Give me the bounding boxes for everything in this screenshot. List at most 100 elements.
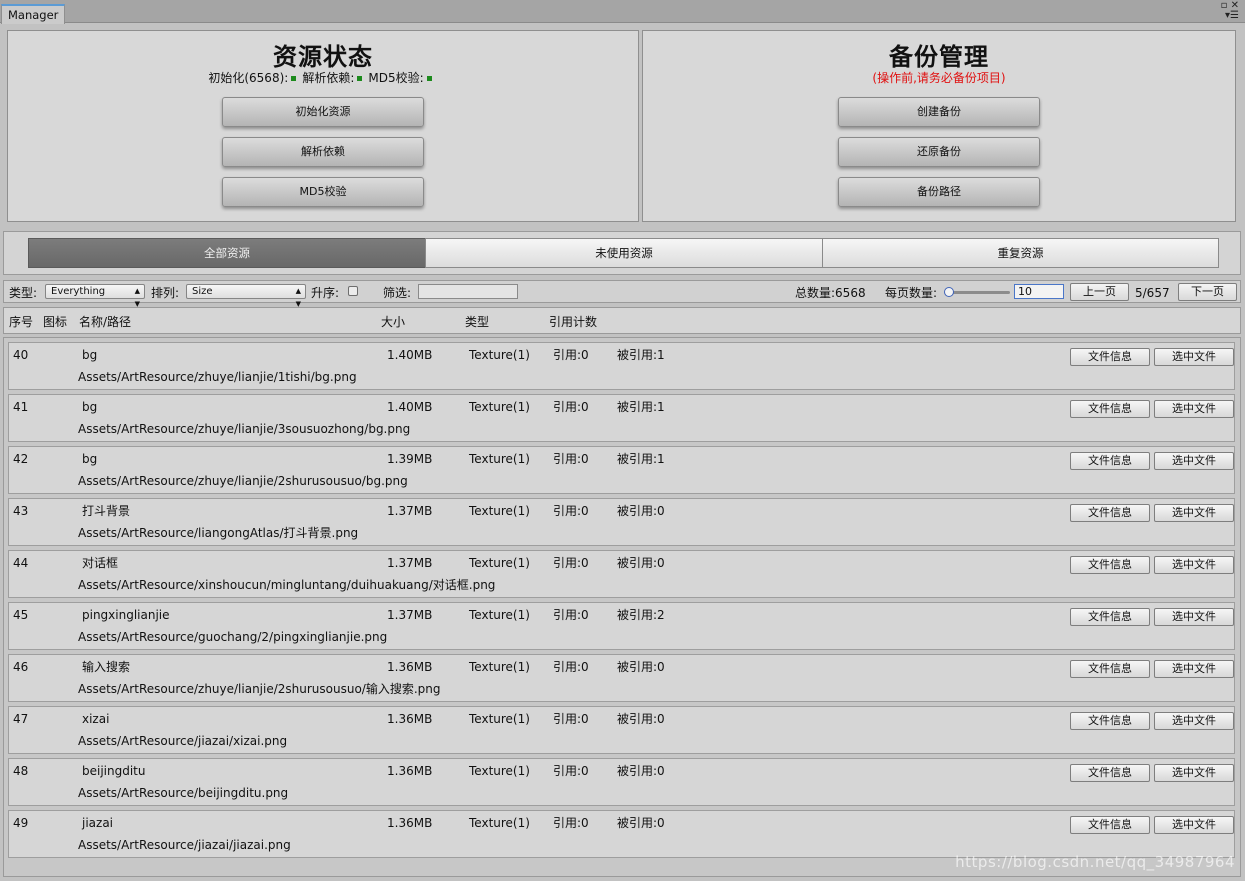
- tab-all-resources[interactable]: 全部资源: [28, 238, 426, 268]
- table-row[interactable]: 46 输入搜索 1.36MB Texture(1) 引用:0 被引用:0 Assets/Ar…: [8, 654, 1235, 702]
- select-file-button[interactable]: 选中文件: [1154, 400, 1234, 418]
- column-header-icon[interactable]: 图标: [43, 313, 67, 330]
- resolve-dependencies-button[interactable]: 解析依赖: [222, 137, 424, 167]
- row-size: 1.40MB: [387, 400, 433, 414]
- resource-list: 40 bg 1.40MB Texture(1) 引用:0 被引用:1 Assets/ArtR…: [3, 337, 1241, 877]
- create-backup-button[interactable]: 创建备份: [838, 97, 1040, 127]
- file-info-button[interactable]: 文件信息: [1070, 608, 1150, 626]
- column-header-ref-count[interactable]: 引用计数: [549, 313, 597, 330]
- row-references: 引用:0: [553, 400, 589, 414]
- table-row[interactable]: 43 打斗背景 1.37MB Texture(1) 引用:0 被引用:0 Assets/Ar…: [8, 498, 1235, 546]
- md5-check-button[interactable]: MD5校验: [222, 177, 424, 207]
- per-page-slider-track[interactable]: [945, 291, 1010, 294]
- file-info-button[interactable]: 文件信息: [1070, 348, 1150, 366]
- select-file-button[interactable]: 选中文件: [1154, 764, 1234, 782]
- row-index: 40: [13, 348, 29, 362]
- column-header-name-path[interactable]: 名称/路径: [79, 313, 131, 330]
- ascending-label: 升序:: [311, 286, 340, 300]
- row-size: 1.36MB: [387, 660, 433, 674]
- row-type: Texture(1): [469, 660, 530, 674]
- select-file-button[interactable]: 选中文件: [1154, 556, 1234, 574]
- ascending-checkbox[interactable]: [348, 286, 358, 296]
- per-page-input[interactable]: 10: [1014, 284, 1064, 299]
- tab-duplicate-resources[interactable]: 重复资源: [822, 238, 1219, 268]
- column-header-size[interactable]: 大小: [381, 313, 405, 330]
- column-header-index[interactable]: 序号: [9, 313, 33, 330]
- resource-filter-bar: 全部资源 未使用资源 重复资源: [3, 231, 1241, 275]
- row-path: Assets/ArtResource/zhuye/lianjie/2shurus…: [78, 474, 408, 488]
- row-name: 对话框: [82, 556, 119, 570]
- select-file-button[interactable]: 选中文件: [1154, 816, 1234, 834]
- row-references: 引用:0: [553, 452, 589, 466]
- status-md5-label: MD5校验:: [368, 71, 424, 85]
- row-size: 1.37MB: [387, 608, 433, 622]
- row-referenced-by: 被引用:2: [617, 608, 665, 622]
- row-references: 引用:0: [553, 608, 589, 622]
- row-index: 42: [13, 452, 29, 466]
- next-page-button[interactable]: 下一页: [1178, 283, 1237, 301]
- row-index: 47: [13, 712, 29, 726]
- file-info-button[interactable]: 文件信息: [1070, 504, 1150, 522]
- file-info-button[interactable]: 文件信息: [1070, 660, 1150, 678]
- select-file-button[interactable]: 选中文件: [1154, 452, 1234, 470]
- row-name: pingxinglianjie: [82, 608, 170, 622]
- file-info-button[interactable]: 文件信息: [1070, 764, 1150, 782]
- table-row[interactable]: 48 beijingditu 1.36MB Texture(1) 引用:0 被引用:0 As…: [8, 758, 1235, 806]
- row-path: Assets/ArtResource/jiazai/jiazai.png: [78, 838, 291, 852]
- column-header-type[interactable]: 类型: [465, 313, 489, 330]
- table-row[interactable]: 41 bg 1.40MB Texture(1) 引用:0 被引用:1 Assets/ArtR…: [8, 394, 1235, 442]
- row-path: Assets/ArtResource/guochang/2/pingxingli…: [78, 630, 388, 644]
- type-filter-value: Everything: [51, 286, 106, 297]
- row-references: 引用:0: [553, 764, 589, 778]
- row-path: Assets/ArtResource/jiazai/xizai.png: [78, 734, 288, 748]
- select-file-button[interactable]: 选中文件: [1154, 608, 1234, 626]
- row-size: 1.36MB: [387, 712, 433, 726]
- type-filter-dropdown[interactable]: Everything ▲ ▼: [45, 284, 145, 308]
- table-row[interactable]: 49 jiazai 1.36MB Texture(1) 引用:0 被引用:0 Assets/…: [8, 810, 1235, 858]
- row-type: Texture(1): [469, 400, 530, 414]
- backup-path-button[interactable]: 备份路径: [838, 177, 1040, 207]
- row-size: 1.39MB: [387, 452, 433, 466]
- row-references: 引用:0: [553, 348, 589, 362]
- row-path: Assets/ArtResource/liangongAtlas/打斗背景.pn…: [78, 526, 359, 540]
- table-row[interactable]: 42 bg 1.39MB Texture(1) 引用:0 被引用:1 Assets/ArtR…: [8, 446, 1235, 494]
- row-references: 引用:0: [553, 556, 589, 570]
- per-page-label: 每页数量:: [885, 286, 938, 300]
- file-info-button[interactable]: 文件信息: [1070, 556, 1150, 574]
- window-controls[interactable]: ▫ ✕ ▾☰: [1221, 1, 1239, 21]
- select-file-button[interactable]: 选中文件: [1154, 712, 1234, 730]
- file-info-button[interactable]: 文件信息: [1070, 452, 1150, 470]
- window-tab-strip: [0, 0, 1245, 23]
- table-row[interactable]: 45 pingxinglianjie 1.37MB Texture(1) 引用:0 被引用…: [8, 602, 1235, 650]
- row-name: bg: [82, 400, 98, 414]
- table-header: 序号 图标 名称/路径 大小 类型 引用计数: [3, 307, 1241, 334]
- table-row[interactable]: 47 xizai 1.36MB Texture(1) 引用:0 被引用:0 Assets/A…: [8, 706, 1235, 754]
- restore-backup-button[interactable]: 还原备份: [838, 137, 1040, 167]
- select-file-button[interactable]: 选中文件: [1154, 504, 1234, 522]
- select-file-button[interactable]: 选中文件: [1154, 660, 1234, 678]
- table-row[interactable]: 40 bg 1.40MB Texture(1) 引用:0 被引用:1 Assets/ArtR…: [8, 342, 1235, 390]
- sort-dropdown[interactable]: Size ▲ ▼: [186, 284, 306, 308]
- sort-value: Size: [192, 286, 213, 297]
- row-type: Texture(1): [469, 556, 530, 570]
- row-name: bg: [82, 348, 98, 362]
- search-label: 筛选:: [383, 286, 412, 300]
- prev-page-button[interactable]: 上一页: [1070, 283, 1129, 301]
- table-row[interactable]: 44 对话框 1.37MB Texture(1) 引用:0 被引用:0 Assets/Art…: [8, 550, 1235, 598]
- file-info-button[interactable]: 文件信息: [1070, 816, 1150, 834]
- row-index: 49: [13, 816, 29, 830]
- row-type: Texture(1): [469, 608, 530, 622]
- row-index: 48: [13, 764, 29, 778]
- row-name: bg: [82, 452, 98, 466]
- row-name: 打斗背景: [82, 504, 131, 518]
- total-count: 总数量:6568: [795, 286, 866, 300]
- page-indicator: 5/657: [1135, 286, 1170, 300]
- file-info-button[interactable]: 文件信息: [1070, 712, 1150, 730]
- search-input[interactable]: [418, 284, 518, 299]
- window-tab-manager[interactable]: Manager: [1, 4, 66, 24]
- tab-unused-resources[interactable]: 未使用资源: [425, 238, 823, 268]
- init-resources-button[interactable]: 初始化资源: [222, 97, 424, 127]
- select-file-button[interactable]: 选中文件: [1154, 348, 1234, 366]
- file-info-button[interactable]: 文件信息: [1070, 400, 1150, 418]
- per-page-slider-handle[interactable]: [944, 287, 954, 297]
